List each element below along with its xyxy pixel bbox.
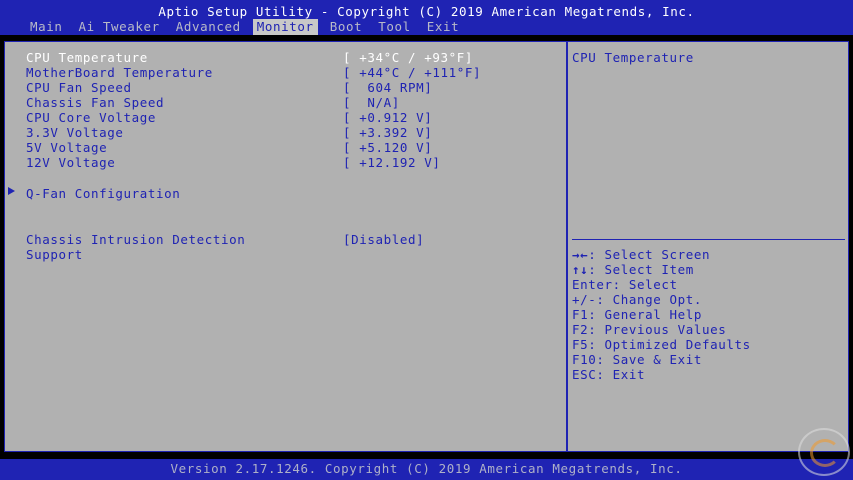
help-select-screen-text: : Select Screen (588, 247, 711, 262)
cpu-temperature-value: [ +34°C / +93°F] (343, 50, 474, 65)
tab-boot[interactable]: Boot (326, 19, 367, 35)
q-fan-configuration-link[interactable]: Q-Fan Configuration (26, 186, 180, 201)
motherboard-temperature-value: [ +44°C / +111°F] (343, 65, 482, 80)
help-f2: F2: Previous Values (572, 322, 727, 337)
chassis-intrusion-select[interactable]: [Disabled] (343, 232, 424, 247)
motherboard-temperature-label[interactable]: MotherBoard Temperature (26, 65, 213, 80)
voltage-3v3-value: [ +3.392 V] (343, 125, 433, 140)
title-bar: Aptio Setup Utility - Copyright (C) 2019… (0, 0, 853, 35)
cpu-fan-speed-label[interactable]: CPU Fan Speed (26, 80, 132, 95)
cpu-temperature-label[interactable]: CPU Temperature (26, 50, 148, 65)
tab-monitor[interactable]: Monitor (252, 19, 318, 35)
cpu-core-voltage-label[interactable]: CPU Core Voltage (26, 110, 156, 125)
tab-advanced[interactable]: Advanced (172, 19, 245, 35)
tab-exit[interactable]: Exit (423, 19, 464, 35)
tab-main[interactable]: Main (26, 19, 67, 35)
voltage-12v-label[interactable]: 12V Voltage (26, 155, 115, 170)
tab-bar: Main Ai Tweaker Advanced Monitor Boot To… (26, 19, 471, 35)
cpu-fan-speed-value: [ 604 RPM] (343, 80, 433, 95)
chassis-intrusion-label-line2: Support (26, 247, 83, 262)
help-esc: ESC: Exit (572, 367, 646, 382)
tab-ai-tweaker[interactable]: Ai Tweaker (75, 19, 164, 35)
help-select-item: ↑↓: Select Item (572, 262, 694, 277)
help-f1: F1: General Help (572, 307, 703, 322)
watermark-logo-icon (798, 428, 850, 476)
chassis-fan-speed-label[interactable]: Chassis Fan Speed (26, 95, 164, 110)
voltage-3v3-label[interactable]: 3.3V Voltage (26, 125, 124, 140)
help-description: CPU Temperature (572, 50, 694, 65)
help-select-item-text: : Select Item (588, 262, 694, 277)
watermark-ring-icon (810, 439, 840, 467)
cpu-core-voltage-value: [ +0.912 V] (343, 110, 433, 125)
panel-divider (566, 41, 568, 452)
tab-tool[interactable]: Tool (374, 19, 415, 35)
voltage-5v-label[interactable]: 5V Voltage (26, 140, 107, 155)
footer-bar: Version 2.17.1246. Copyright (C) 2019 Am… (0, 459, 853, 480)
chassis-intrusion-label[interactable]: Chassis Intrusion Detection (26, 232, 245, 247)
footer-version: Version 2.17.1246. Copyright (C) 2019 Am… (170, 461, 683, 476)
help-f5: F5: Optimized Defaults (572, 337, 751, 352)
help-select-screen: →←: Select Screen (572, 247, 710, 262)
left-right-arrows-icon: →← (572, 247, 589, 262)
help-divider (572, 239, 845, 240)
voltage-12v-value: [ +12.192 V] (343, 155, 441, 170)
app-title: Aptio Setup Utility - Copyright (C) 2019… (158, 4, 695, 19)
help-enter: Enter: Select (572, 277, 678, 292)
submenu-arrow-icon (8, 187, 15, 195)
help-change-opt: +/-: Change Opt. (572, 292, 703, 307)
help-f10: F10: Save & Exit (572, 352, 703, 367)
chassis-fan-speed-value: [ N/A] (343, 95, 400, 110)
up-down-arrows-icon: ↑↓ (572, 262, 589, 277)
voltage-5v-value: [ +5.120 V] (343, 140, 433, 155)
